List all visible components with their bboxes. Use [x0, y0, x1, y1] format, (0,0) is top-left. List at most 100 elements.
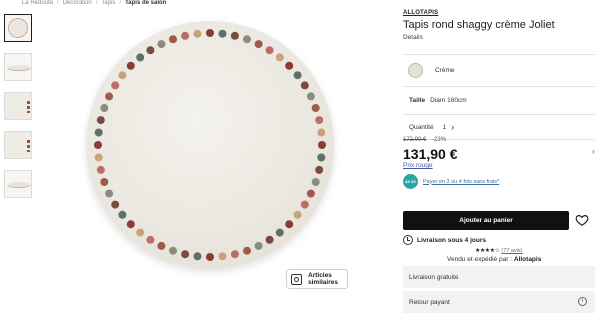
- rug-pompom: [254, 241, 263, 250]
- rug-pompom: [96, 165, 105, 174]
- rug-pompom: [318, 141, 326, 149]
- rug-pompom: [100, 178, 109, 186]
- rug-pompom: [265, 46, 274, 55]
- chevron-right-icon[interactable]: ›: [592, 147, 595, 156]
- rug-pompom: [285, 61, 294, 70]
- rug-pompom: [136, 53, 145, 62]
- rug-pompom: [300, 81, 309, 90]
- rug-pompom: [306, 189, 315, 198]
- thumbnail-list: [4, 14, 34, 209]
- current-price: 131,90 €: [403, 146, 458, 162]
- rug-pompom: [146, 235, 155, 244]
- rug-pompom: [105, 189, 114, 198]
- paid-return-row[interactable]: Retour payant i: [403, 291, 595, 313]
- free-delivery-label: Livraison gratuite: [409, 273, 459, 281]
- rug-pompom: [94, 128, 103, 137]
- breadcrumb-separator: /: [119, 0, 122, 6]
- thumbnail-rug-edge-detail[interactable]: [4, 92, 32, 120]
- discount-badge: -23%: [432, 137, 447, 143]
- heart-icon[interactable]: [575, 213, 589, 227]
- breadcrumb-current: Tapis de salon: [125, 0, 167, 6]
- clock-icon: [403, 235, 413, 245]
- rating[interactable]: ★★★★☆ (77 avis): [475, 247, 523, 254]
- details-label: Détails: [403, 34, 423, 41]
- price-tag-link[interactable]: Prix rouge: [403, 162, 433, 169]
- thumbnail-rug-side-view[interactable]: [4, 53, 32, 81]
- info-icon[interactable]: i: [578, 297, 587, 306]
- rug-pompom: [317, 153, 326, 162]
- thumbnail-rug-fringe-detail[interactable]: [4, 170, 32, 198]
- rating-stars: ★★★★☆: [475, 248, 500, 254]
- original-price: 172,00 €: [403, 137, 427, 143]
- free-delivery-row[interactable]: Livraison gratuite: [403, 266, 595, 288]
- installments[interactable]: 4X 3X Payer en 3 ou 4 fois sans frais*: [403, 174, 499, 189]
- product-title: Tapis rond shaggy crème Joliet: [403, 19, 555, 31]
- visual-search-icon: [291, 273, 302, 285]
- size-selector[interactable]: Taille Diam 160cm: [403, 86, 595, 114]
- rug-pompom: [136, 228, 145, 237]
- rug-pompom: [157, 241, 166, 250]
- size-label: Taille: [409, 97, 426, 104]
- rug-pompom: [169, 35, 177, 44]
- rug-pompom: [293, 210, 302, 219]
- rug-pompom: [275, 228, 284, 237]
- rug-pompom: [317, 128, 326, 137]
- rug-pompom: [126, 220, 135, 229]
- seller-info: Vendu et expédié par : Allotapis: [447, 256, 541, 263]
- rug-pompom: [94, 141, 102, 149]
- rug-pompom: [100, 104, 109, 112]
- quantity-label: Quantité: [409, 123, 434, 131]
- rug-pompom: [218, 252, 227, 261]
- rug-pompom: [275, 53, 284, 62]
- breadcrumb-link-decoration[interactable]: Décoration: [63, 0, 92, 6]
- main-product-image[interactable]: [50, 8, 370, 308]
- rug-pompom: [169, 246, 177, 255]
- rug-pompom: [315, 116, 324, 125]
- similar-items-label: Articles similaires: [308, 272, 338, 286]
- delivery-text: Livraison sous 4 jours: [417, 236, 486, 244]
- rug-pompom: [118, 210, 127, 219]
- product-panel: ALLOTAPIS Tapis rond shaggy crème Joliet…: [403, 10, 595, 313]
- review-count-link[interactable]: (77 avis): [501, 248, 522, 254]
- rug-pompom: [285, 220, 294, 229]
- rug-pompom: [118, 71, 127, 80]
- rug-pompom: [105, 92, 114, 101]
- rug-pompom: [230, 31, 239, 40]
- rug-pompom: [181, 31, 190, 40]
- brand-link[interactable]: ALLOTAPIS: [403, 10, 595, 16]
- breadcrumb-link-home[interactable]: La Redoute: [22, 0, 53, 6]
- rug-pompom: [306, 92, 315, 101]
- breadcrumb-link-tapis[interactable]: Tapis: [101, 0, 115, 6]
- rug-pompom: [111, 81, 120, 90]
- seller-prefix: Vendu et expédié par :: [447, 256, 513, 263]
- rug-pompom: [218, 29, 227, 38]
- seller-name[interactable]: Allotapis: [514, 256, 541, 263]
- breadcrumb-separator: /: [95, 0, 98, 6]
- thumbnail-rug-top-view[interactable]: [4, 14, 32, 42]
- rug-pompom: [96, 116, 105, 125]
- rug-pompom: [254, 40, 263, 49]
- thumbnail-rug-pompom-detail[interactable]: [4, 131, 32, 159]
- rug-pompom: [243, 246, 251, 255]
- similar-items-button[interactable]: Articles similaires: [286, 269, 348, 289]
- size-value: Diam 160cm: [430, 97, 467, 104]
- quantity-value: 1: [442, 123, 447, 131]
- rug-pompom: [193, 29, 202, 38]
- rug-pompom: [181, 250, 190, 259]
- breadcrumb: La Redoute / Décoration / Tapis / Tapis de sal…: [22, 0, 166, 6]
- add-to-cart-button[interactable]: Ajouter au panier: [403, 211, 569, 230]
- rug-pompom-border: [94, 29, 326, 261]
- rug-pompom: [126, 61, 135, 70]
- rug-pompom: [311, 104, 320, 112]
- installments-logo-icon: 4X 3X: [403, 174, 418, 189]
- chevron-right-icon[interactable]: ›: [451, 122, 454, 132]
- color-swatch[interactable]: [408, 63, 423, 78]
- breadcrumb-separator: /: [57, 0, 59, 6]
- color-selector[interactable]: Crème: [403, 54, 595, 86]
- paid-return-label: Retour payant: [409, 298, 450, 306]
- rug-pompom: [111, 200, 120, 209]
- rug-pompom: [300, 200, 309, 209]
- rug-pompom: [311, 178, 320, 186]
- rug-pompom: [206, 29, 214, 37]
- installments-link[interactable]: Payer en 3 ou 4 fois sans frais*: [423, 179, 499, 185]
